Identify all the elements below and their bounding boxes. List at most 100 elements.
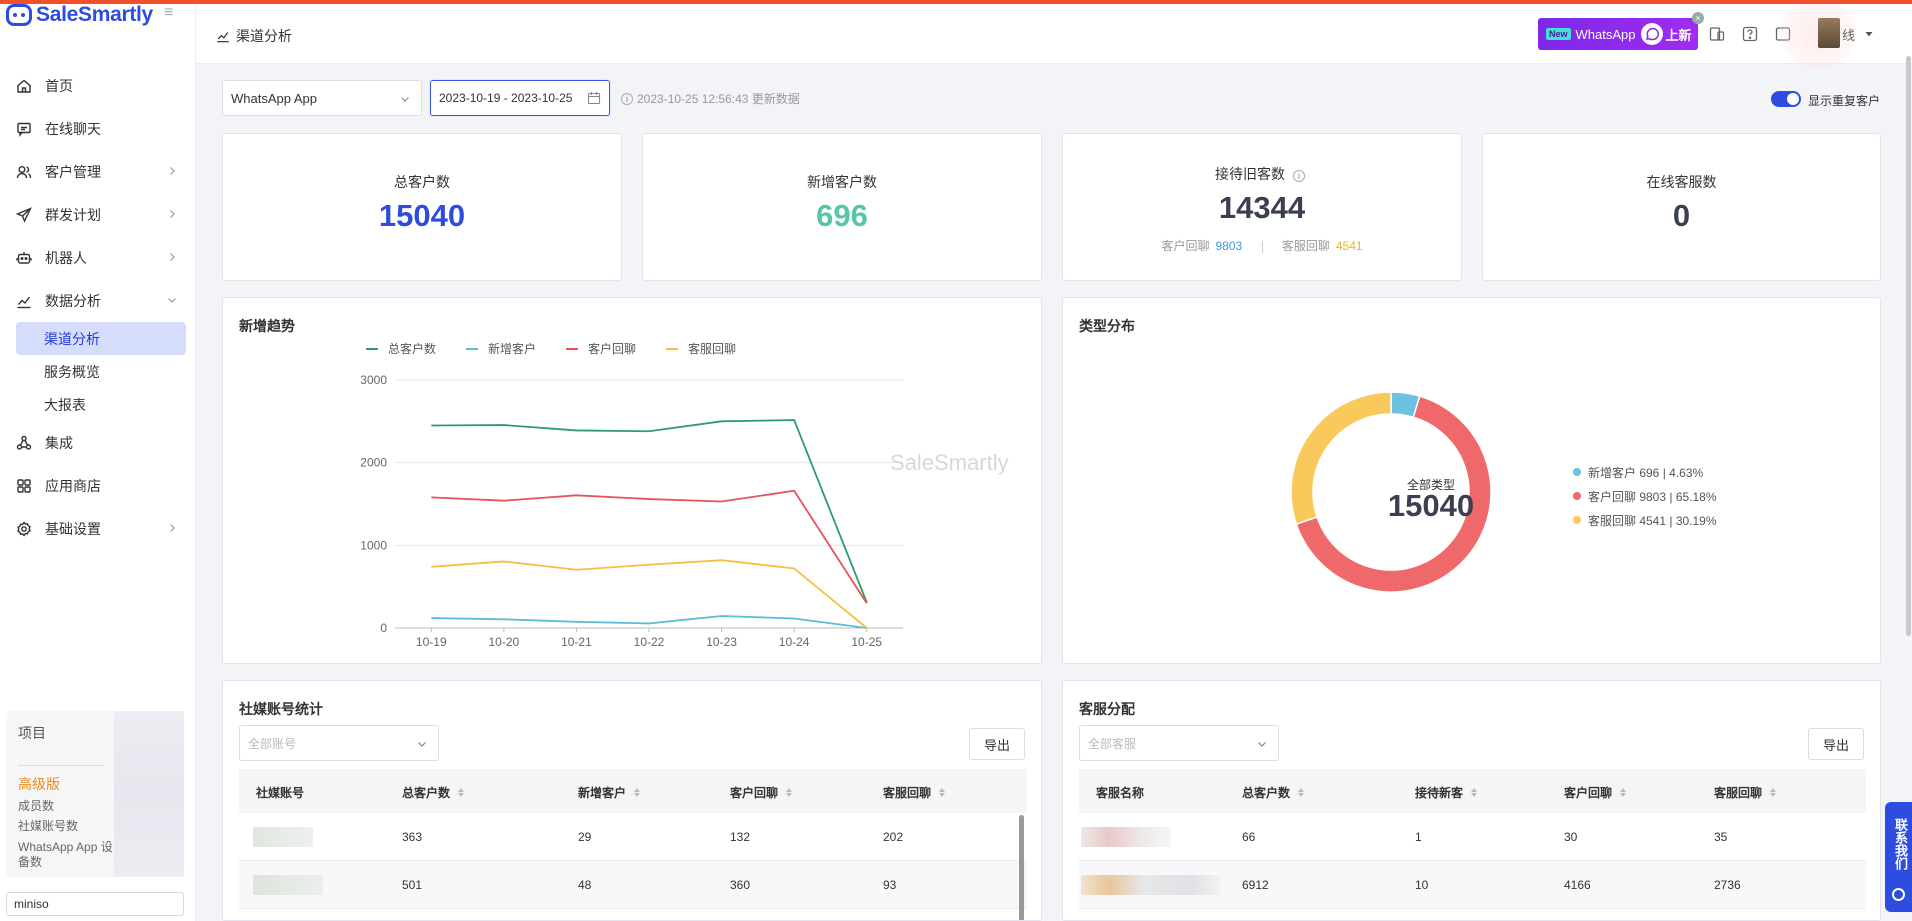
card-title: 社媒账号统计	[239, 701, 323, 717]
table-scrollbar[interactable]	[1019, 815, 1024, 920]
project-panel: 项目 高级版 成员数 社媒账号数 WhatsApp App 设 备数	[6, 711, 184, 877]
column-header-sortable[interactable]: 总客户数	[402, 784, 465, 801]
sub-item-big-report[interactable]: 大报表	[16, 388, 186, 421]
column-header-sortable[interactable]: 客服回聊	[883, 784, 946, 801]
sort-icon	[1471, 788, 1478, 797]
stat-value: 14344	[1218, 190, 1306, 225]
column-header-sortable[interactable]: 总客户数	[1242, 784, 1305, 801]
column-header-sortable[interactable]: 客户回聊	[1564, 784, 1627, 801]
table-header: 客服名称 总客户数 接待新客 客户回聊 客服回聊	[1079, 769, 1866, 813]
stat-card-total: 总客户数 15040	[222, 133, 622, 281]
devices-icon[interactable]	[1708, 25, 1726, 43]
blurred-agent-name	[1081, 827, 1171, 847]
main-nav: 首页 在线聊天 客户管理 群发计划 机器人 数据分析 渠道分析 服务概览 大报表	[0, 64, 196, 550]
donut-center-value: 15040	[1387, 488, 1475, 523]
column-header-sortable[interactable]: 客户回聊	[730, 784, 793, 801]
plan-tier[interactable]: 高级版	[18, 774, 60, 794]
sub-item-channel-analysis[interactable]: 渠道分析	[16, 322, 186, 355]
online-status[interactable]: 线	[1842, 25, 1855, 44]
legend-item-customer-reply[interactable]: 客户回聊 9803 | 65.18%	[1573, 484, 1717, 508]
info-icon: i	[621, 92, 633, 105]
nav-item-customers[interactable]: 客户管理	[0, 150, 196, 193]
contact-us-tab[interactable]: 联系我们	[1885, 802, 1912, 912]
project-switch-input[interactable]	[6, 892, 184, 916]
social-accounts-label: 社媒账号数	[18, 819, 79, 833]
legend-label: 新增客户 696 | 4.63%	[1588, 465, 1704, 480]
social-account-stats-card: 社媒账号统计 全部账号 导出 社媒账号 总客户数 新增客户 客户回聊 客服回聊 …	[222, 680, 1042, 921]
home-icon	[16, 78, 32, 94]
nav-item-label: 应用商店	[45, 477, 101, 494]
menu-collapse-icon[interactable]: ≡	[164, 4, 173, 22]
export-button[interactable]: 导出	[969, 728, 1025, 760]
legend-label: 客户回聊 9803 | 65.18%	[1588, 489, 1717, 504]
column-header-sortable[interactable]: 客服回聊	[1714, 784, 1777, 801]
chevron-right-icon	[170, 210, 175, 218]
date-range-picker[interactable]: 2023-10-19 - 2023-10-25	[430, 80, 610, 116]
agent-filter-select[interactable]: 全部客服	[1079, 725, 1279, 761]
account-filter-select[interactable]: 全部账号	[239, 725, 439, 761]
contact-us-label: 联系我们	[1893, 818, 1908, 870]
column-header-sortable[interactable]: 接待新客	[1415, 784, 1478, 801]
chevron-down-icon	[168, 298, 176, 303]
select-placeholder: 全部账号	[248, 736, 297, 751]
integration-icon	[16, 435, 32, 451]
avatar[interactable]	[1818, 18, 1840, 48]
column-header: 客服名称	[1096, 786, 1145, 800]
table-row[interactable]: 6912 10 4166 2736	[1079, 861, 1866, 909]
table-header: 社媒账号 总客户数 新增客户 客户回聊 客服回聊	[239, 769, 1027, 813]
table-cell: 4166	[1564, 878, 1591, 892]
stat-title: 在线客服数	[1646, 174, 1717, 190]
caret-down-icon[interactable]	[1864, 29, 1874, 39]
date-range-value: 2023-10-19 - 2023-10-25	[439, 91, 573, 105]
table-row[interactable]: 363 29 132 202	[239, 813, 1027, 861]
agent-distribution-card: 客服分配 全部客服 导出 客服名称 总客户数 接待新客 客户回聊 客服回聊 66…	[1062, 680, 1881, 921]
nav-item-bot[interactable]: 机器人	[0, 236, 196, 279]
blurred-account-name	[253, 827, 313, 847]
sub-item-service-overview[interactable]: 服务概览	[16, 355, 186, 388]
members-label: 成员数	[18, 799, 55, 813]
robot-logo-icon	[6, 4, 32, 26]
info-icon[interactable]: i	[1292, 170, 1305, 182]
distribution-card: 类型分布 全部类型 15040 新增客户 696 | 4.63% 客户回聊 98…	[1062, 297, 1881, 664]
table-cell: 2736	[1714, 878, 1741, 892]
legend-item-new[interactable]: 新增客户 696 | 4.63%	[1573, 460, 1717, 484]
brand-logo[interactable]: SaleSmartly	[6, 2, 153, 28]
channel-select[interactable]: WhatsApp App	[222, 80, 422, 116]
whatsapp-promo-button[interactable]: New WhatsApp 上新 ×	[1538, 12, 1704, 50]
customer-reply-label: 客户回聊	[1161, 239, 1210, 253]
legend-item-agent-reply[interactable]: 客服回聊 4541 | 30.19%	[1573, 508, 1717, 532]
robot-icon	[16, 250, 32, 266]
chevron-down-icon	[418, 742, 426, 747]
column-header: 社媒账号	[256, 786, 305, 800]
nav-item-live-chat[interactable]: 在线聊天	[0, 107, 196, 150]
x-tick-label: 10-22	[634, 635, 665, 649]
show-duplicate-toggle[interactable]	[1771, 91, 1801, 107]
y-tick-label: 2000	[360, 456, 387, 470]
users-icon	[16, 164, 32, 180]
series-line	[431, 489, 868, 604]
stat-breakdown: 客户回聊 9803 客服回聊 4541	[1063, 237, 1461, 254]
donut-legend: 新增客户 696 | 4.63% 客户回聊 9803 | 65.18% 客服回聊…	[1573, 460, 1717, 532]
channel-select-value: WhatsApp App	[231, 90, 317, 106]
nav-item-app-store[interactable]: 应用商店	[0, 464, 196, 507]
nav-item-broadcast[interactable]: 群发计划	[0, 193, 196, 236]
table-row[interactable]: 501 48 360 93	[239, 861, 1027, 909]
sort-icon	[786, 788, 793, 797]
column-header-sortable[interactable]: 新增客户	[578, 784, 641, 801]
stat-card-online-agents: 在线客服数 0	[1482, 133, 1881, 281]
help-icon[interactable]	[1741, 25, 1759, 43]
calendar-icon	[587, 92, 601, 105]
nav-item-settings[interactable]: 基础设置	[0, 507, 196, 550]
export-button[interactable]: 导出	[1808, 728, 1864, 760]
page-scrollbar[interactable]	[1906, 56, 1911, 636]
table-row[interactable]: 66 1 30 35	[1079, 813, 1866, 861]
stat-title: 接待旧客数 i	[1063, 164, 1461, 184]
nav-item-integration[interactable]: 集成	[0, 421, 196, 464]
nav-item-label: 在线聊天	[45, 120, 101, 137]
stat-value: 696	[816, 198, 868, 233]
close-icon[interactable]: ×	[1692, 12, 1704, 24]
sort-icon	[634, 788, 641, 797]
blurred-agent-name	[1081, 875, 1221, 895]
nav-item-home[interactable]: 首页	[0, 64, 196, 107]
nav-item-analytics[interactable]: 数据分析	[0, 279, 196, 322]
